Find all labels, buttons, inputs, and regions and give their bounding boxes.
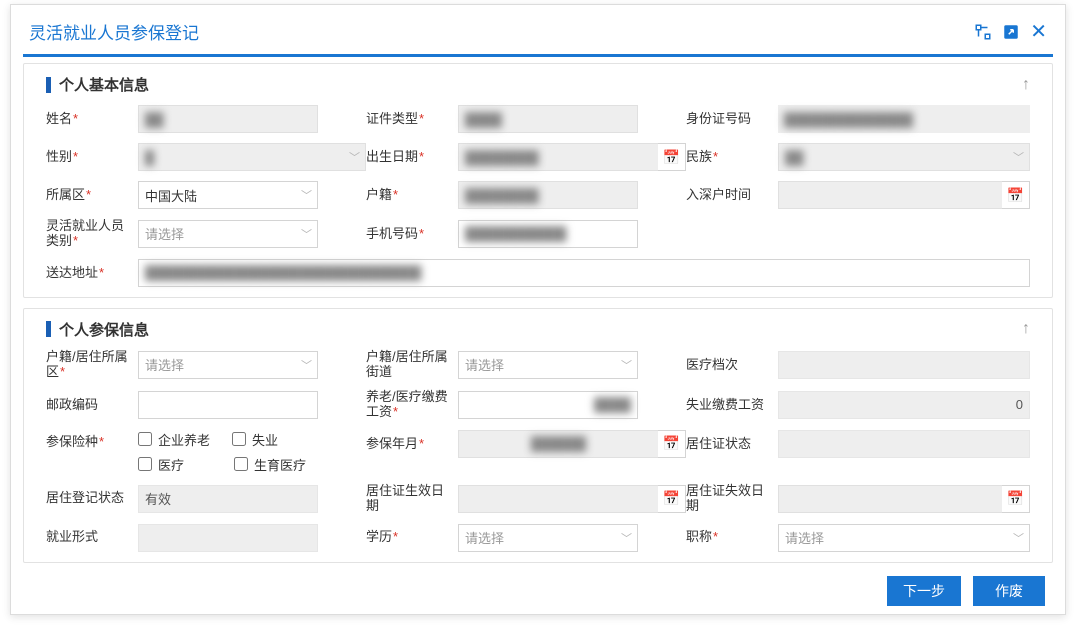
label-reg-status: 居住登记状态 — [46, 490, 138, 506]
label-unemp-wage: 失业缴费工资 — [686, 397, 778, 413]
input-id-no: ██████████████ — [778, 105, 1030, 133]
label-huji-street: 户籍/居住所属街道 — [366, 350, 458, 380]
huji-district-placeholder: 请选择 — [145, 355, 184, 374]
label-postcode: 邮政编码 — [46, 397, 138, 413]
panel-insure-info: 个人参保信息 ↑ 户籍/居住所属区* 请选择﹀ 户籍/居住所属街道 请选择﹀ — [23, 308, 1053, 563]
panel-insure-title: 个人参保信息 — [46, 319, 149, 340]
title-placeholder: 请选择 — [785, 528, 824, 547]
label-address: 送达地址* — [46, 265, 138, 281]
panel-basic-title-text: 个人基本信息 — [59, 74, 149, 95]
input-birth[interactable]: ████████ — [458, 143, 658, 171]
label-gender: 性别* — [46, 149, 138, 165]
select-ethnic[interactable]: ██﹀ — [778, 143, 1030, 171]
collapse-icon[interactable]: ↑ — [1022, 76, 1030, 94]
label-permit-end: 居住证失效日期 — [686, 484, 778, 514]
title-bar-icon — [46, 77, 51, 93]
select-huji-street[interactable]: 请选择﹀ — [458, 351, 638, 379]
modal-header: 灵活就业人员参保登记 ✕ — [11, 5, 1065, 54]
label-job-form: 就业形式 — [46, 529, 138, 545]
input-reg-status: 有效 — [138, 485, 318, 513]
calendar-icon[interactable]: 📅 — [1002, 181, 1030, 209]
checkbox-pension[interactable]: 企业养老 — [138, 430, 210, 449]
calendar-icon[interactable]: 📅 — [658, 430, 686, 458]
edu-placeholder: 请选择 — [465, 528, 504, 547]
panel-basic-title: 个人基本信息 — [46, 74, 149, 95]
label-permit-start: 居住证生效日期 — [366, 484, 458, 514]
label-huji: 户籍* — [366, 187, 458, 203]
select-gender[interactable]: █﹀ — [138, 143, 366, 171]
label-flex-type: 灵活就业人员类别* — [46, 219, 138, 249]
calendar-icon[interactable]: 📅 — [1002, 485, 1030, 513]
input-job-form — [138, 524, 318, 552]
close-icon[interactable]: ✕ — [1030, 19, 1047, 44]
label-ins-types: 参保险种* — [46, 430, 138, 450]
label-permit-status: 居住证状态 — [686, 436, 778, 452]
input-medical-level — [778, 351, 1030, 379]
modal-title: 灵活就业人员参保登记 — [29, 19, 199, 44]
input-phone[interactable]: ███████████ — [458, 220, 638, 248]
label-name: 姓名* — [46, 111, 138, 127]
label-medical-level: 医疗档次 — [686, 357, 778, 373]
calendar-icon[interactable]: 📅 — [658, 485, 686, 513]
label-ethnic: 民族* — [686, 149, 778, 165]
label-region: 所属区* — [46, 187, 138, 203]
panel-insure-title-text: 个人参保信息 — [59, 319, 149, 340]
form-scroll-area[interactable]: 个人基本信息 ↑ 姓名* ██ 证件类型* ████ 身份证号码 — [11, 63, 1065, 568]
checkbox-medical[interactable]: 医疗 — [138, 455, 184, 474]
void-button[interactable]: 作废 — [973, 576, 1045, 606]
header-actions: ✕ — [974, 19, 1047, 44]
next-button[interactable]: 下一步 — [887, 576, 961, 606]
checkbox-maternity[interactable]: 生育医疗 — [234, 455, 306, 474]
header-underline — [23, 54, 1053, 57]
input-huji: ████████ — [458, 181, 638, 209]
select-huji-district[interactable]: 请选择﹀ — [138, 351, 318, 379]
input-pension-wage[interactable]: ████ — [458, 391, 638, 419]
input-address[interactable]: ██████████████████████████████ — [138, 259, 1030, 287]
checkbox-unemployment[interactable]: 失业 — [232, 430, 278, 449]
collapse-icon[interactable]: ↑ — [1022, 320, 1030, 338]
input-name: ██ — [138, 105, 318, 133]
label-huji-district: 户籍/居住所属区* — [46, 350, 138, 380]
input-id-type: ████ — [458, 105, 638, 133]
flex-type-placeholder: 请选择 — [145, 224, 184, 243]
input-ins-month[interactable]: ██████ — [458, 430, 658, 458]
unemp-wage-value: 0 — [1016, 397, 1023, 412]
input-postcode[interactable] — [138, 391, 318, 419]
input-permit-end[interactable] — [778, 485, 1002, 513]
input-unemp-wage: 0 — [778, 391, 1030, 419]
select-region[interactable]: 中国大陆﹀ — [138, 181, 318, 209]
select-title[interactable]: 请选择﹀ — [778, 524, 1030, 552]
export-icon[interactable] — [1002, 23, 1020, 41]
select-flex-type[interactable]: 请选择﹀ — [138, 220, 318, 248]
label-id-no: 身份证号码 — [686, 111, 778, 127]
title-bar-icon — [46, 321, 51, 337]
label-edu: 学历* — [366, 529, 458, 545]
input-permit-start[interactable] — [458, 485, 658, 513]
label-birth: 出生日期* — [366, 149, 458, 165]
panel-basic-info: 个人基本信息 ↑ 姓名* ██ 证件类型* ████ 身份证号码 — [23, 63, 1053, 298]
label-phone: 手机号码* — [366, 226, 458, 242]
region-value: 中国大陆 — [145, 186, 197, 205]
modal-dialog: 灵活就业人员参保登记 ✕ 个人基本信息 ↑ — [10, 4, 1066, 615]
label-enter-sz: 入深户时间 — [686, 187, 778, 203]
input-permit-status — [778, 430, 1030, 458]
label-title: 职称* — [686, 529, 778, 545]
calendar-icon[interactable]: 📅 — [658, 143, 686, 171]
label-pension-wage: 养老/医疗缴费工资* — [366, 390, 458, 420]
select-edu[interactable]: 请选择﹀ — [458, 524, 638, 552]
modal-footer: 下一步 作废 — [11, 568, 1065, 614]
huji-street-placeholder: 请选择 — [465, 355, 504, 374]
label-id-type: 证件类型* — [366, 111, 458, 127]
reg-status-value: 有效 — [145, 489, 171, 508]
workflow-icon[interactable] — [974, 23, 992, 41]
input-enter-sz[interactable] — [778, 181, 1002, 209]
label-ins-month: 参保年月* — [366, 436, 458, 452]
